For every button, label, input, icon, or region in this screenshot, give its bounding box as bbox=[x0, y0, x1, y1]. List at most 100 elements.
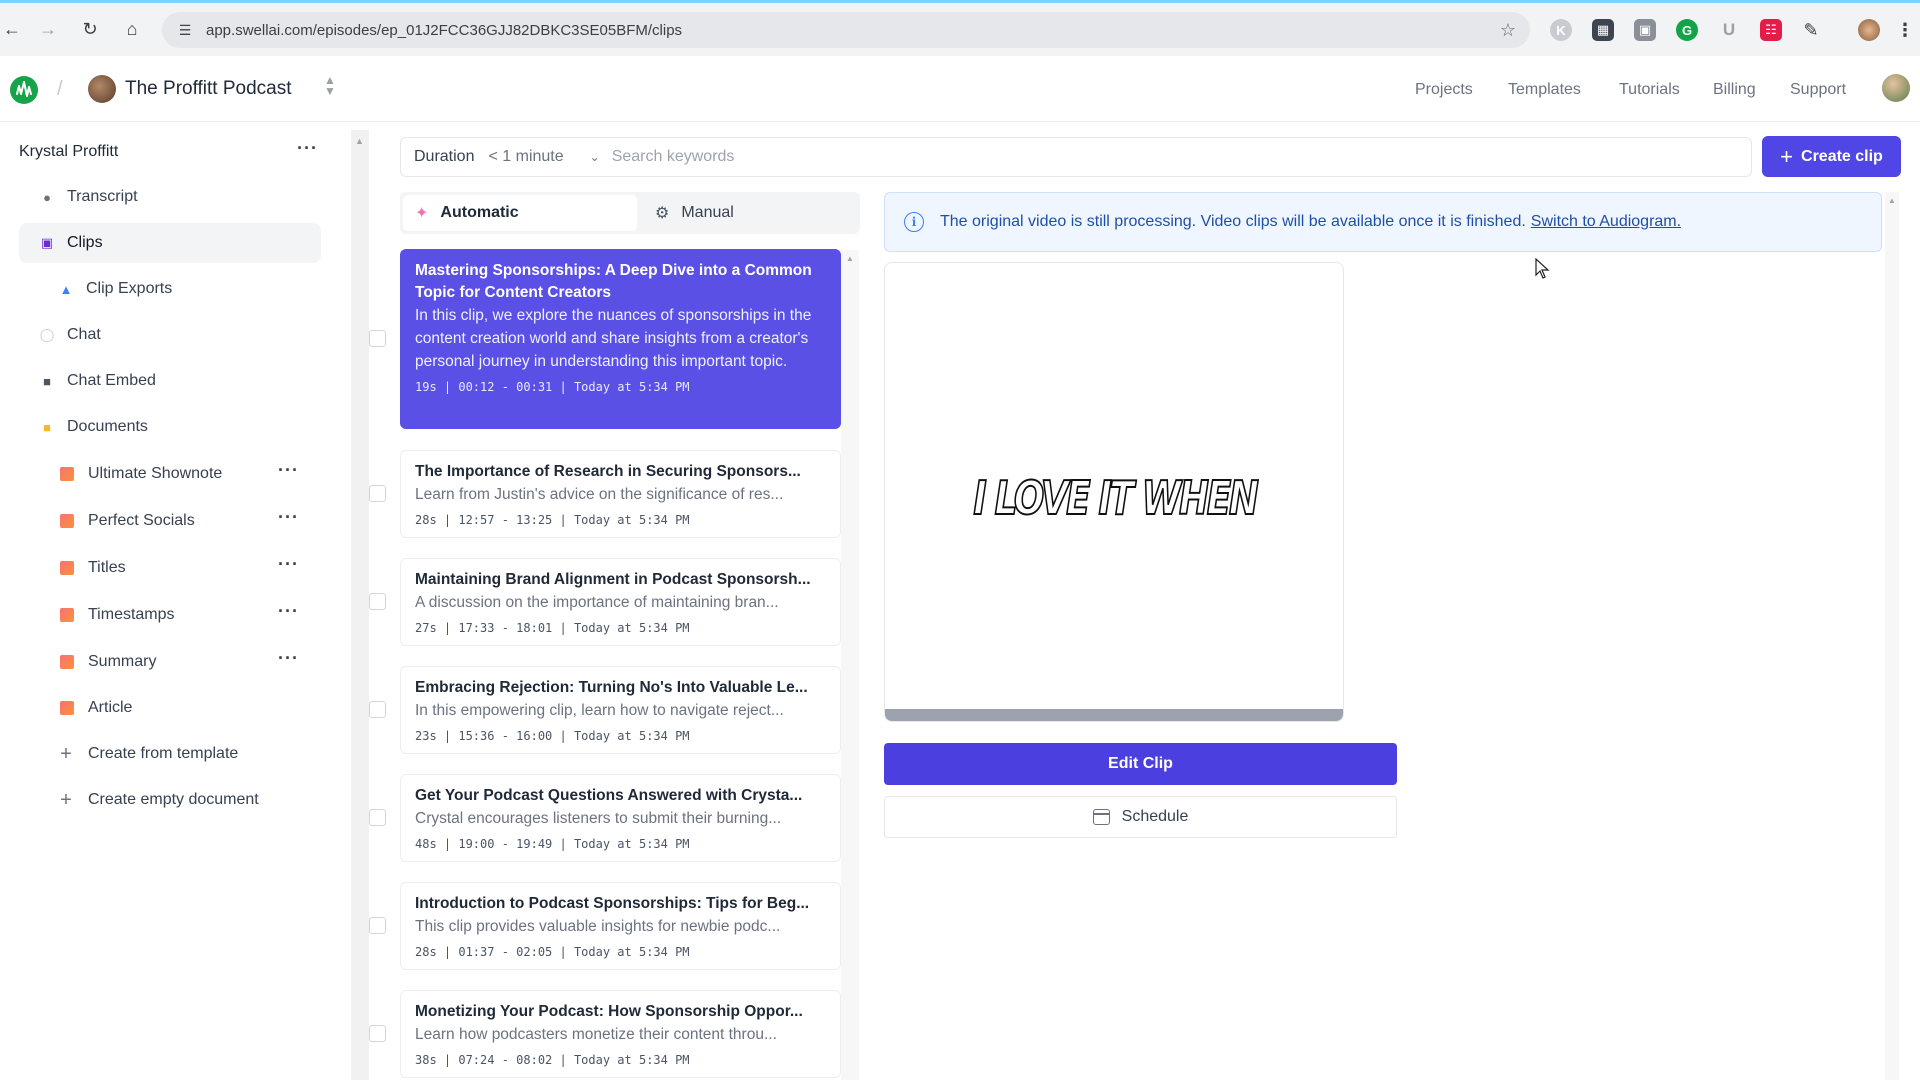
create-empty-document-button[interactable]: + Create empty document bbox=[38, 780, 321, 820]
sidebar-doc-perfect-socials[interactable]: Perfect Socials bbox=[38, 501, 298, 541]
clip-card[interactable]: Monetizing Your Podcast: How Sponsorship… bbox=[400, 990, 841, 1078]
scroll-up-icon[interactable]: ▲ bbox=[846, 254, 854, 263]
extension-grammarly-icon[interactable]: G bbox=[1676, 19, 1698, 41]
plus-icon: + bbox=[60, 788, 72, 811]
sidebar-scrollbar[interactable]: ▲ bbox=[351, 130, 369, 1080]
clip-title: Introduction to Podcast Sponsorships: Ti… bbox=[415, 895, 810, 912]
document-icon bbox=[60, 514, 74, 528]
clip-card[interactable]: Introduction to Podcast Sponsorships: Ti… bbox=[400, 882, 841, 970]
nav-templates[interactable]: Templates bbox=[1508, 81, 1581, 99]
banner-message: The original video is still processing. … bbox=[940, 213, 1526, 230]
scroll-up-icon[interactable]: ▲ bbox=[355, 136, 364, 146]
chevron-down-icon[interactable]: ⌄ bbox=[590, 150, 600, 164]
bookmark-star-icon[interactable]: ☆ bbox=[1500, 20, 1516, 41]
folder-icon: ■ bbox=[43, 419, 51, 435]
extension-grid-icon[interactable]: ▦ bbox=[1592, 19, 1614, 41]
tab-manual[interactable]: ⚙ Manual bbox=[643, 195, 857, 231]
duration-select[interactable]: < 1 minute bbox=[488, 148, 563, 166]
clip-title: Maintaining Brand Alignment in Podcast S… bbox=[415, 571, 811, 588]
sidebar-item-chat-embed[interactable]: ■ Chat Embed bbox=[19, 361, 321, 401]
clip-checkbox[interactable] bbox=[369, 485, 386, 502]
extension-red-icon[interactable]: ☷ bbox=[1760, 19, 1782, 41]
clip-card[interactable]: Maintaining Brand Alignment in Podcast S… bbox=[400, 558, 841, 646]
user-avatar[interactable] bbox=[1882, 74, 1910, 102]
tab-automatic[interactable]: ✦ Automatic bbox=[403, 195, 637, 231]
sidebar-doc-titles[interactable]: Titles bbox=[38, 548, 298, 588]
extension-image-icon[interactable]: ▣ bbox=[1634, 19, 1656, 41]
sidebar-doc-label: Ultimate Shownote bbox=[88, 465, 223, 482]
schedule-button[interactable]: Schedule bbox=[884, 796, 1397, 838]
sidebar-doc-summary[interactable]: Summary bbox=[38, 642, 298, 682]
nav-projects[interactable]: Projects bbox=[1415, 81, 1473, 99]
clip-list-scrollbar[interactable]: ▲ bbox=[841, 250, 859, 1080]
browser-menu-icon[interactable]: ⋮ bbox=[1896, 19, 1914, 41]
doc-more-icon[interactable]: ··· bbox=[278, 601, 299, 622]
site-settings-icon[interactable]: ☰ bbox=[176, 21, 194, 39]
nav-billing[interactable]: Billing bbox=[1713, 81, 1756, 99]
clip-checkbox[interactable] bbox=[369, 593, 386, 610]
clip-checkbox[interactable] bbox=[369, 701, 386, 718]
clip-card-selected[interactable]: Mastering Sponsorships: A Deep Dive into… bbox=[400, 249, 841, 429]
sidebar-item-transcript[interactable]: ● Transcript bbox=[19, 177, 321, 217]
clip-checkbox[interactable] bbox=[369, 1025, 386, 1042]
swell-logo-icon[interactable] bbox=[10, 76, 38, 104]
clip-card[interactable]: Get Your Podcast Questions Answered with… bbox=[400, 774, 841, 862]
clip-card[interactable]: The Importance of Research in Securing S… bbox=[400, 450, 841, 538]
doc-more-icon[interactable]: ··· bbox=[278, 507, 299, 528]
clip-mode-tabs: ✦ Automatic ⚙ Manual bbox=[400, 192, 860, 234]
gear-icon: ⚙ bbox=[655, 205, 670, 222]
clip-video-preview[interactable]: I LOVE IT WHEN bbox=[884, 262, 1344, 722]
sidebar-item-label: Documents bbox=[67, 418, 148, 435]
search-input[interactable] bbox=[611, 142, 1751, 172]
nav-tutorials[interactable]: Tutorials bbox=[1619, 81, 1680, 99]
sidebar-item-clips[interactable]: ▣ Clips bbox=[19, 223, 321, 263]
document-icon bbox=[60, 467, 74, 481]
address-bar[interactable]: ☰ app.swellai.com/episodes/ep_01J2FCC36G… bbox=[162, 12, 1530, 48]
clip-checkbox[interactable] bbox=[369, 917, 386, 934]
forward-icon[interactable]: → bbox=[36, 17, 60, 41]
clip-title: Get Your Podcast Questions Answered with… bbox=[415, 787, 803, 804]
sidebar-item-chat[interactable]: ◯ Chat bbox=[19, 315, 321, 355]
podcast-title[interactable]: The Proffitt Podcast bbox=[125, 78, 292, 100]
create-clip-button[interactable]: + Create clip bbox=[1762, 136, 1901, 177]
sidebar-user-name: Krystal Proffitt bbox=[19, 143, 119, 160]
info-icon: i bbox=[904, 212, 924, 232]
user-more-icon[interactable]: ··· bbox=[297, 138, 318, 159]
clip-checkbox[interactable] bbox=[369, 330, 386, 347]
doc-more-icon[interactable]: ··· bbox=[278, 648, 299, 669]
sidebar-item-documents[interactable]: ■ Documents bbox=[19, 407, 321, 447]
nav-support[interactable]: Support bbox=[1790, 81, 1846, 99]
video-progress-bar[interactable] bbox=[885, 709, 1343, 721]
clip-card[interactable]: Embracing Rejection: Turning No's Into V… bbox=[400, 666, 841, 754]
switch-to-audiogram-link[interactable]: Switch to Audiogram. bbox=[1531, 213, 1681, 231]
video-caption: I LOVE IT WHEN bbox=[973, 470, 1260, 526]
doc-more-icon[interactable]: ··· bbox=[278, 554, 299, 575]
duration-label: Duration bbox=[414, 148, 475, 165]
podcast-switcher-icon[interactable]: ▲ ▼ bbox=[324, 74, 336, 97]
doc-more-icon[interactable]: ··· bbox=[278, 460, 299, 481]
extension-k-icon[interactable]: K bbox=[1550, 19, 1572, 41]
sidebar-doc-article[interactable]: Article bbox=[38, 688, 298, 728]
preview-scrollbar[interactable]: ▲ bbox=[1885, 192, 1899, 1080]
profile-avatar-icon[interactable] bbox=[1858, 19, 1880, 41]
sidebar-item-label: Chat bbox=[67, 326, 101, 343]
clip-description: In this empowering clip, learn how to na… bbox=[415, 702, 784, 719]
action-label: Create empty document bbox=[88, 791, 259, 808]
home-icon[interactable]: ⌂ bbox=[120, 17, 144, 41]
sidebar-item-label: Chat Embed bbox=[67, 372, 156, 389]
edit-clip-button[interactable]: Edit Clip bbox=[884, 743, 1397, 785]
extension-u-icon[interactable]: U bbox=[1718, 19, 1740, 41]
sidebar-doc-ultimate-shownote[interactable]: Ultimate Shownote bbox=[38, 454, 298, 494]
create-from-template-button[interactable]: + Create from template bbox=[38, 734, 321, 774]
back-icon[interactable]: ← bbox=[0, 17, 24, 41]
sidebar-item-clip-exports[interactable]: ▲ Clip Exports bbox=[38, 269, 321, 309]
extensions-puzzle-icon[interactable]: ✎ bbox=[1800, 19, 1822, 41]
clip-description: A discussion on the importance of mainta… bbox=[415, 594, 779, 611]
clapperboard-icon: ▣ bbox=[40, 235, 54, 250]
breadcrumb-separator: / bbox=[57, 78, 63, 100]
clip-title: Embracing Rejection: Turning No's Into V… bbox=[415, 679, 808, 696]
clip-checkbox[interactable] bbox=[369, 809, 386, 826]
reload-icon[interactable]: ↻ bbox=[78, 17, 102, 41]
sidebar-doc-timestamps[interactable]: Timestamps bbox=[38, 595, 298, 635]
scroll-up-icon[interactable]: ▲ bbox=[1888, 196, 1896, 205]
